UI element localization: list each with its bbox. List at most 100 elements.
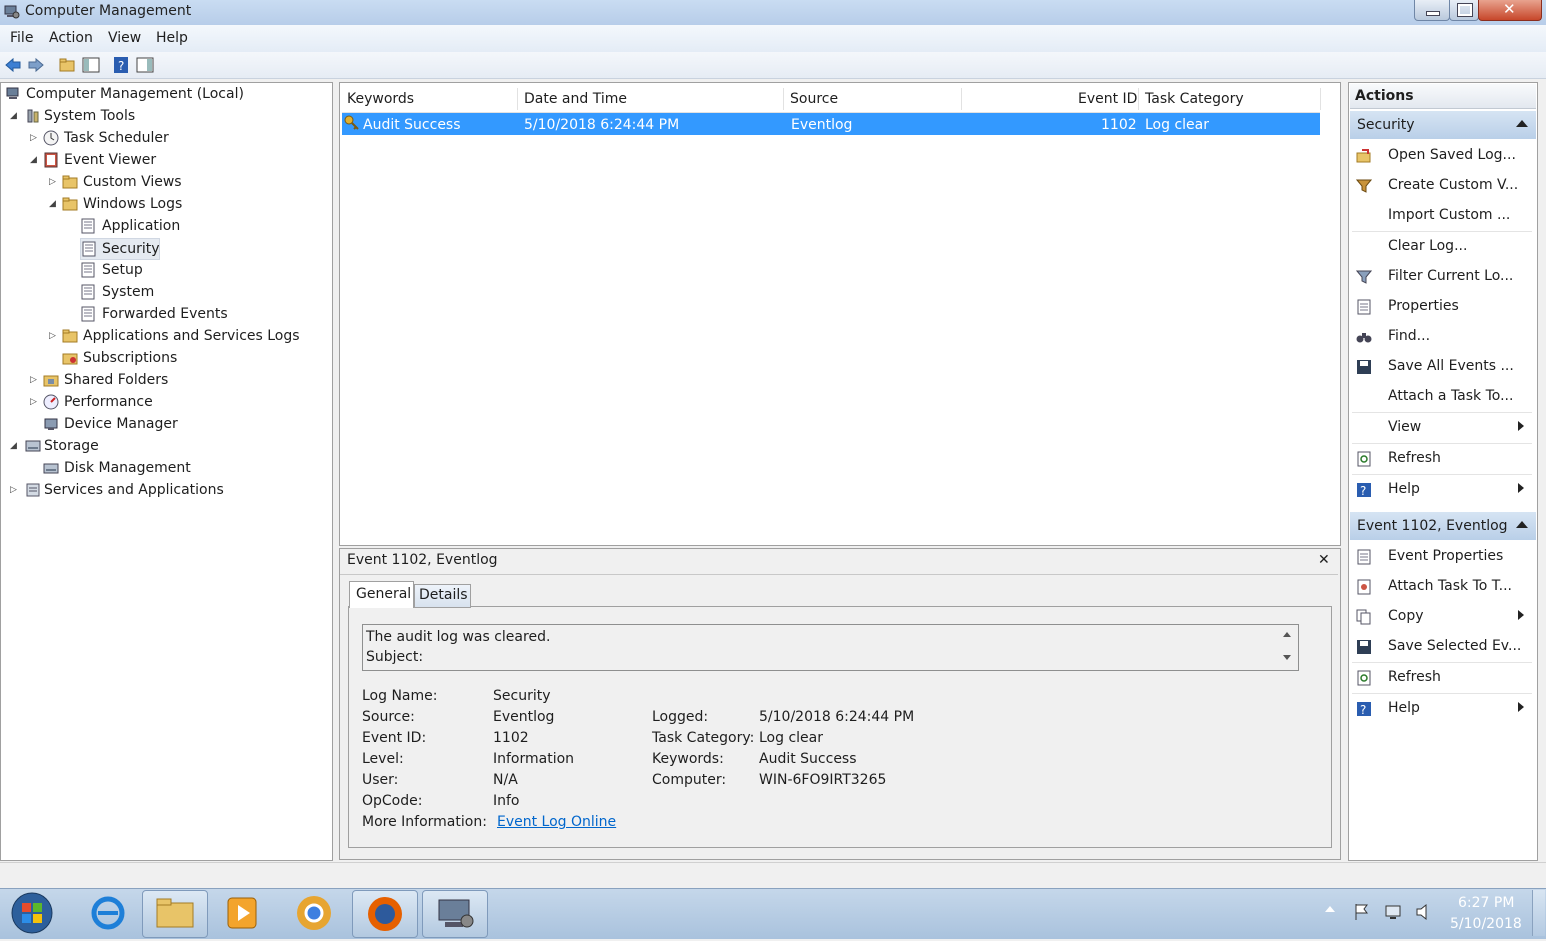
tree-item-forwarded-events[interactable]: Forwarded Events: [80, 304, 320, 324]
menu-action[interactable]: Action: [49, 30, 93, 46]
tab-general[interactable]: General: [349, 581, 414, 608]
tree-item-subscriptions[interactable]: Subscriptions: [47, 348, 327, 368]
action-save-selected-events[interactable]: Save Selected Ev...: [1388, 638, 1521, 654]
log-icon: [81, 262, 95, 278]
tree-item-apps-services-logs[interactable]: ▷ Applications and Services Logs: [47, 326, 327, 346]
help-icon[interactable]: ?: [112, 56, 130, 74]
taskbar-internet-explorer[interactable]: [78, 891, 138, 935]
value-task-category: Log clear: [759, 730, 823, 746]
tree-item-event-viewer[interactable]: ◢ Event Viewer: [28, 150, 328, 170]
tree-item-device-manager[interactable]: Device Manager: [28, 414, 328, 434]
show-hide-action-pane-icon[interactable]: [136, 56, 154, 74]
action-create-custom-view[interactable]: Create Custom V...: [1388, 177, 1518, 193]
forward-icon[interactable]: [27, 56, 45, 74]
expanded-arrow-icon[interactable]: ◢: [10, 106, 17, 126]
tree-item-storage[interactable]: ◢ Storage: [8, 436, 328, 456]
description-scrollbar[interactable]: [1278, 626, 1296, 668]
taskbar-chrome[interactable]: [282, 890, 346, 936]
up-folder-icon[interactable]: [58, 56, 76, 74]
action-open-saved-log[interactable]: Open Saved Log...: [1388, 147, 1516, 163]
tree-item-system-tools[interactable]: ◢ System Tools: [8, 106, 328, 126]
tab-details[interactable]: Details: [414, 584, 471, 608]
start-button[interactable]: [8, 891, 56, 935]
menu-view[interactable]: View: [108, 30, 141, 46]
scroll-down-icon[interactable]: [1283, 655, 1291, 660]
action-event-properties[interactable]: Event Properties: [1388, 548, 1503, 564]
close-button[interactable]: ✕: [1478, 0, 1542, 21]
column-divider[interactable]: [783, 88, 784, 110]
column-header-source[interactable]: Source: [790, 88, 838, 110]
tree-item-disk-management[interactable]: Disk Management: [28, 458, 328, 478]
collapsed-arrow-icon[interactable]: ▷: [10, 480, 17, 500]
collapsed-arrow-icon[interactable]: ▷: [30, 392, 37, 412]
expanded-arrow-icon[interactable]: ◢: [49, 194, 56, 214]
tree-item-security[interactable]: Security: [80, 238, 160, 260]
volume-icon[interactable]: [1414, 902, 1434, 922]
collapsed-arrow-icon[interactable]: ▷: [30, 370, 37, 390]
expanded-arrow-icon[interactable]: ◢: [30, 150, 37, 170]
column-header-keywords[interactable]: Keywords: [347, 88, 414, 110]
tree-item-windows-logs[interactable]: ◢ Windows Logs: [47, 194, 327, 214]
collapsed-arrow-icon[interactable]: ▷: [49, 326, 56, 346]
event-log-online-link[interactable]: Event Log Online: [497, 814, 616, 830]
network-icon[interactable]: [1384, 902, 1404, 922]
tree-item-task-scheduler[interactable]: ▷ Task Scheduler: [28, 128, 328, 148]
column-divider[interactable]: [961, 88, 962, 110]
action-center-flag-icon[interactable]: [1352, 902, 1372, 922]
menu-help[interactable]: Help: [156, 30, 188, 46]
tree-item-shared-folders[interactable]: ▷ Shared Folders: [28, 370, 328, 390]
clock-date[interactable]: 5/10/2018: [1450, 916, 1522, 932]
action-clear-log[interactable]: Clear Log...: [1388, 238, 1467, 254]
help-icon: ?: [1357, 702, 1371, 717]
action-view[interactable]: View: [1388, 419, 1421, 435]
label-level: Level:: [362, 751, 404, 767]
taskbar-media-player[interactable]: [210, 890, 274, 936]
collapsed-arrow-icon[interactable]: ▷: [30, 128, 37, 148]
taskbar-explorer[interactable]: [142, 890, 208, 938]
show-desktop-button[interactable]: [1532, 890, 1545, 936]
restore-button[interactable]: [1449, 0, 1479, 21]
action-attach-task-to-event[interactable]: Attach Task To T...: [1388, 578, 1512, 594]
taskbar-computer-management[interactable]: [422, 890, 488, 938]
tree-item-system[interactable]: System: [80, 282, 320, 302]
tree-item-performance[interactable]: ▷ Performance: [28, 392, 328, 412]
column-divider[interactable]: [517, 88, 518, 110]
action-find[interactable]: Find...: [1388, 328, 1430, 344]
column-divider[interactable]: [1138, 88, 1139, 110]
taskbar-firefox[interactable]: [352, 890, 418, 938]
action-save-all-events[interactable]: Save All Events ...: [1388, 358, 1514, 374]
tree-item-application[interactable]: Application: [80, 216, 320, 236]
expanded-arrow-icon[interactable]: ◢: [10, 436, 17, 456]
show-hide-tree-icon[interactable]: [82, 56, 100, 74]
collapse-icon[interactable]: [1516, 120, 1528, 127]
minimize-button[interactable]: [1414, 0, 1450, 21]
close-icon[interactable]: ✕: [1318, 552, 1330, 568]
column-header-event-id[interactable]: Event ID: [1078, 88, 1137, 110]
action-help[interactable]: Help: [1388, 481, 1420, 497]
collapse-icon[interactable]: [1516, 521, 1528, 528]
tree-item-services-applications[interactable]: ▷ Services and Applications: [8, 480, 328, 500]
column-header-date-time[interactable]: Date and Time: [524, 88, 627, 110]
scroll-up-icon[interactable]: [1283, 632, 1291, 637]
action-attach-task[interactable]: Attach a Task To...: [1388, 388, 1513, 404]
action-help-event[interactable]: Help: [1388, 700, 1420, 716]
action-properties[interactable]: Properties: [1388, 298, 1459, 314]
collapsed-arrow-icon[interactable]: ▷: [49, 172, 56, 192]
action-copy[interactable]: Copy: [1388, 608, 1424, 624]
action-filter-current-log[interactable]: Filter Current Lo...: [1388, 268, 1513, 284]
clock-time[interactable]: 6:27 PM: [1458, 895, 1514, 911]
column-divider[interactable]: [1320, 88, 1321, 110]
tree-label: Services and Applications: [44, 482, 224, 498]
tree-item-setup[interactable]: Setup: [80, 260, 320, 280]
column-header-task-category[interactable]: Task Category: [1145, 88, 1244, 110]
tree-item-computer-management[interactable]: Computer Management (Local): [6, 84, 326, 104]
action-import-custom-view[interactable]: Import Custom ...: [1388, 207, 1510, 223]
tree-item-custom-views[interactable]: ▷ Custom Views: [47, 172, 327, 192]
menu-file[interactable]: File: [10, 30, 33, 46]
show-hidden-icons[interactable]: [1325, 906, 1335, 912]
title-bar: [0, 0, 1546, 25]
separator: [1352, 662, 1532, 663]
action-refresh[interactable]: Refresh: [1388, 450, 1441, 466]
back-icon[interactable]: [4, 56, 22, 74]
action-refresh-event[interactable]: Refresh: [1388, 669, 1441, 685]
